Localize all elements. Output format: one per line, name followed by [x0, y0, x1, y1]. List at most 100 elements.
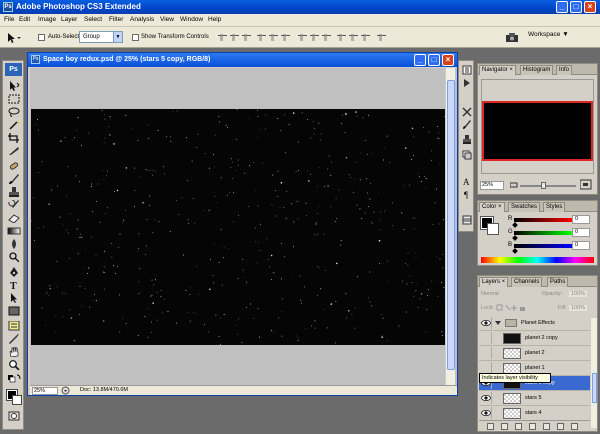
distribute-left-icon[interactable] [337, 34, 346, 42]
lock-options-icon[interactable] [496, 304, 526, 312]
move-tool-icon[interactable] [7, 81, 21, 91]
group-disclosure-icon[interactable] [495, 320, 501, 326]
gradient-tool-icon[interactable] [7, 226, 21, 236]
blue-slider-knob[interactable] [512, 248, 518, 254]
menu-file[interactable]: File [4, 16, 14, 23]
color-spectrum-ramp[interactable] [481, 257, 594, 263]
move-tool-preset-icon[interactable] [6, 32, 22, 44]
layer-group-row[interactable]: Planet Effects [479, 316, 596, 331]
layer-row[interactable]: stars 5 [479, 391, 596, 406]
type-tool-icon[interactable]: T [7, 280, 21, 292]
status-menu-icon[interactable] [61, 386, 70, 395]
tab-channels[interactable]: Channels [511, 277, 543, 287]
distribute-bottom-icon[interactable] [322, 34, 331, 42]
magic-wand-icon[interactable] [7, 120, 21, 130]
green-value-field[interactable]: 0 [572, 228, 590, 237]
doc-close-button[interactable]: × [442, 54, 454, 66]
clone-source-icon[interactable] [462, 135, 472, 145]
measurement-log-icon[interactable] [462, 215, 472, 225]
doc-minimize-button[interactable]: _ [414, 54, 426, 66]
align-bottom-icon[interactable] [242, 34, 251, 42]
menu-help[interactable]: Help [208, 16, 221, 23]
workspace-button[interactable]: Workspace ▼ [528, 31, 569, 38]
zoom-out-icon[interactable] [509, 181, 518, 189]
clone-stamp-icon[interactable] [7, 187, 21, 197]
menu-analysis[interactable]: Analysis [130, 16, 154, 23]
layers-scrollbar[interactable] [590, 318, 597, 428]
red-value-field[interactable]: 0 [572, 215, 590, 224]
navigator-slider-knob[interactable] [541, 182, 546, 189]
link-layers-icon[interactable] [487, 423, 494, 430]
distribute-hcenter-icon[interactable] [349, 34, 358, 42]
shape-tool-icon[interactable] [7, 306, 21, 316]
navigator-view-box[interactable] [482, 101, 593, 161]
visibility-eye-icon[interactable] [480, 392, 492, 404]
background-color-swatch[interactable] [12, 395, 22, 405]
quick-mask-icon[interactable] [7, 411, 21, 421]
eraser-tool-icon[interactable] [7, 213, 21, 224]
actions-panel-icon[interactable] [462, 78, 472, 88]
layer-comps-icon[interactable] [462, 150, 472, 160]
auto-select-dropdown[interactable]: Group ▼ [79, 31, 123, 43]
auto-align-icon[interactable] [377, 34, 386, 42]
layer-style-icon[interactable] [501, 423, 508, 430]
tab-color[interactable]: Color × [479, 202, 505, 212]
blue-slider[interactable] [514, 244, 572, 248]
dodge-tool-icon[interactable] [7, 252, 21, 263]
history-brush-icon[interactable] [7, 199, 21, 210]
eyedropper-icon[interactable] [7, 334, 21, 344]
layer-mask-icon[interactable] [515, 423, 522, 430]
trash-icon[interactable] [571, 423, 578, 430]
menu-select[interactable]: Select [84, 16, 102, 23]
vertical-scrollbar[interactable] [445, 68, 455, 385]
brushes-panel-icon[interactable] [462, 120, 472, 130]
tab-info[interactable]: Info [556, 65, 573, 75]
menu-edit[interactable]: Edit [19, 16, 30, 23]
document-titlebar[interactable]: Ps Space boy redux.psd @ 25% (stars 5 co… [28, 53, 457, 67]
canvas-area[interactable] [30, 68, 457, 395]
hand-tool-icon[interactable] [7, 346, 21, 358]
tool-presets-icon[interactable] [462, 107, 472, 117]
blend-mode-dropdown[interactable]: Normal [481, 291, 499, 297]
red-slider[interactable] [514, 218, 572, 222]
zoom-level-field[interactable]: 25% [32, 387, 58, 395]
new-layer-icon[interactable] [557, 423, 564, 430]
crop-tool-icon[interactable] [7, 133, 21, 143]
brush-tool-icon[interactable] [7, 174, 21, 184]
bridge-icon[interactable] [505, 32, 519, 43]
navigator-zoom-slider[interactable] [520, 185, 576, 187]
distribute-vcenter-icon[interactable] [310, 34, 319, 42]
tab-layers[interactable]: Layers × [479, 277, 509, 287]
visibility-eye-icon[interactable] [480, 332, 492, 344]
navigator-zoom-field[interactable]: 25% [480, 181, 504, 190]
paragraph-panel-icon[interactable]: ¶ [462, 189, 472, 200]
green-slider[interactable] [514, 231, 572, 235]
blue-value-field[interactable]: 0 [572, 241, 590, 250]
maximize-button[interactable]: □ [570, 1, 582, 13]
lasso-tool-icon[interactable] [7, 107, 21, 118]
color-background-swatch[interactable] [487, 223, 499, 235]
align-hcenter-icon[interactable] [269, 34, 278, 42]
align-vcenter-icon[interactable] [230, 34, 239, 42]
starfield-canvas[interactable] [31, 108, 455, 345]
align-right-icon[interactable] [281, 34, 290, 42]
marquee-tool-icon[interactable] [7, 94, 21, 104]
menu-filter[interactable]: Filter [109, 16, 123, 23]
layer-row[interactable]: planet 2 [479, 346, 596, 361]
show-transform-checkbox[interactable] [132, 34, 139, 41]
red-slider-knob[interactable] [512, 222, 518, 228]
slice-tool-icon[interactable] [7, 146, 21, 156]
visibility-eye-icon[interactable] [480, 347, 492, 359]
healing-brush-icon[interactable] [7, 161, 21, 171]
green-slider-knob[interactable] [512, 235, 518, 241]
tab-swatches[interactable]: Swatches [508, 202, 541, 212]
layer-row[interactable]: planet 2 copy [479, 331, 596, 346]
close-button[interactable]: × [584, 1, 596, 13]
layer-row[interactable]: stars 4 [479, 406, 596, 421]
doc-maximize-button[interactable]: □ [428, 54, 440, 66]
navigator-preview[interactable] [481, 79, 594, 174]
fill-field[interactable]: 100% [569, 305, 588, 311]
menu-view[interactable]: View [160, 16, 174, 23]
auto-select-checkbox[interactable] [38, 34, 45, 41]
character-panel-icon[interactable]: A [462, 176, 472, 187]
